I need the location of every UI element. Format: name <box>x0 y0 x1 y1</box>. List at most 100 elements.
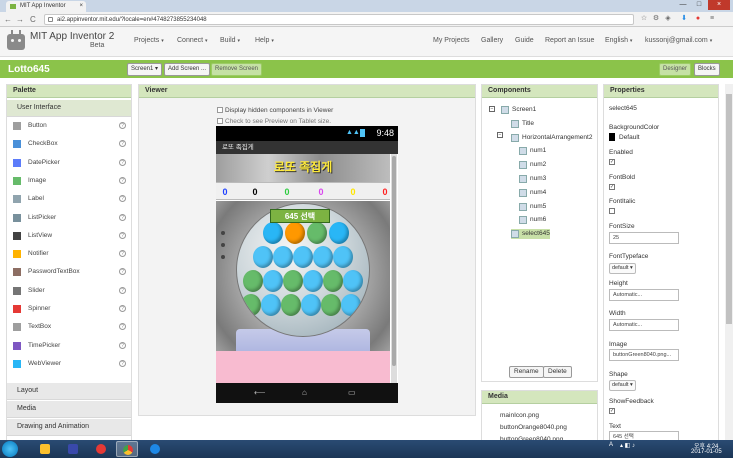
taskbar-chrome[interactable] <box>116 441 138 457</box>
num1-label[interactable]: 0 <box>216 186 234 198</box>
prop-enabled-checkbox[interactable]: ✓ <box>609 159 615 165</box>
help-icon[interactable]: ? <box>119 359 126 367</box>
help-icon[interactable]: ? <box>119 305 126 312</box>
screen-select[interactable]: Screen1 ▾ <box>127 63 163 76</box>
help-icon[interactable]: ? <box>119 195 126 203</box>
forward-arrow-icon[interactable]: → <box>16 15 24 24</box>
help-icon[interactable]: ? <box>119 122 126 129</box>
num2-label[interactable]: 0 <box>246 186 264 198</box>
tree-item-num3[interactable]: num3 <box>519 174 546 184</box>
home-nav-icon[interactable]: ⌂ <box>302 388 307 397</box>
prop-fontsize-input[interactable]: 25 <box>609 232 679 244</box>
tree-item-num2[interactable]: num2 <box>519 160 546 170</box>
palette-item-slider[interactable]: Slider? <box>7 282 131 300</box>
back-arrow-icon[interactable]: ← <box>4 15 12 24</box>
minimize-button[interactable]: — <box>676 0 690 10</box>
app-inventor-logo-icon[interactable] <box>5 30 27 52</box>
palette-item-notifier[interactable]: Notifier? <box>7 245 131 263</box>
color-swatch[interactable] <box>609 133 615 141</box>
tray-icons[interactable]: ▴ ◧ ♪ <box>620 442 635 449</box>
link-guide[interactable]: Guide <box>515 37 534 44</box>
windows-start-icon[interactable] <box>2 441 18 457</box>
tree-item-horizontalarrangement2[interactable]: HorizontalArrangement2 <box>511 133 592 143</box>
prop-showfeedback-checkbox[interactable]: ✓ <box>609 408 615 414</box>
palette-item-passwordtextbox[interactable]: PasswordTextBox? <box>7 263 131 281</box>
palette-section-drawing[interactable]: Drawing and Animation <box>7 419 131 436</box>
horizontal-arrangement[interactable]: 0 0 0 0 0 0 <box>216 182 390 200</box>
palette-section-media[interactable]: Media <box>7 401 131 418</box>
tree-item-num1[interactable]: num1 <box>519 146 546 156</box>
prop-fontbold-checkbox[interactable]: ✓ <box>609 184 615 190</box>
palette-section-layout[interactable]: Layout <box>7 383 131 400</box>
help-icon[interactable]: ? <box>119 286 126 294</box>
prop-shape-select[interactable]: default ▾ <box>609 380 636 391</box>
remove-screen-button[interactable]: Remove Screen <box>211 63 263 76</box>
palette-item-spinner[interactable]: Spinner? <box>7 300 131 318</box>
rename-button[interactable]: Rename <box>509 366 544 378</box>
tree-item-screen1[interactable]: Screen1 <box>501 105 536 115</box>
taskbar-media[interactable] <box>62 441 84 457</box>
shield-icon[interactable]: ◈ <box>664 15 672 23</box>
display-hidden-checkbox[interactable] <box>217 107 223 113</box>
menu-account[interactable]: kussonj@gmail.com ▾ <box>645 37 712 44</box>
maximize-button[interactable]: □ <box>692 0 706 10</box>
link-my-projects[interactable]: My Projects <box>433 37 470 44</box>
palette-section-user-interface[interactable]: User Interface <box>7 100 131 117</box>
prop-image-input[interactable]: buttonGreen8040.png... <box>609 349 679 361</box>
media-file[interactable]: mainIcon.png <box>500 412 539 419</box>
extension-icon[interactable]: ● <box>694 15 702 23</box>
menu-language[interactable]: English ▾ <box>605 37 632 44</box>
settings-icon[interactable]: ⚙ <box>652 15 660 23</box>
palette-item-textbox[interactable]: TextBox? <box>7 318 131 336</box>
help-icon[interactable]: ? <box>119 341 126 349</box>
palette-item-timepicker[interactable]: TimePicker? <box>7 337 131 355</box>
select645-button[interactable]: 645 선택 <box>270 209 330 223</box>
page-info-icon[interactable] <box>48 17 53 22</box>
phone-scrollbar[interactable] <box>391 154 397 383</box>
menu-projects[interactable]: Projects ▾ <box>134 37 164 44</box>
help-icon[interactable]: ? <box>119 158 126 166</box>
palette-item-checkbox[interactable]: CheckBox? <box>7 135 131 153</box>
help-icon[interactable]: ? <box>119 250 126 258</box>
tray-date[interactable]: 2017-01-05 <box>691 449 722 455</box>
palette-item-listview[interactable]: ListView? <box>7 227 131 245</box>
taskbar-ie[interactable] <box>144 441 166 457</box>
add-screen-button[interactable]: Add Screen ... <box>164 63 211 76</box>
link-gallery[interactable]: Gallery <box>481 37 503 44</box>
link-report-issue[interactable]: Report an Issue <box>545 37 594 44</box>
palette-item-button[interactable]: Button? <box>7 117 131 135</box>
help-icon[interactable]: ? <box>119 213 126 221</box>
num5-label[interactable]: 0 <box>344 186 362 198</box>
palette-item-webviewer[interactable]: WebViewer? <box>7 355 131 373</box>
bookmark-star-icon[interactable]: ☆ <box>640 15 648 23</box>
help-icon[interactable]: ? <box>119 231 126 239</box>
tree-item-title[interactable]: Title <box>511 119 534 129</box>
url-input[interactable]: ai2.appinventor.mit.edu/?locale=en#47482… <box>44 14 634 25</box>
prop-fontitalic-checkbox[interactable] <box>609 208 615 214</box>
blocks-button[interactable]: Blocks <box>694 63 720 76</box>
menu-help[interactable]: Help ▾ <box>255 37 274 44</box>
page-scrollbar[interactable] <box>725 84 733 444</box>
chrome-menu-icon[interactable]: ≡ <box>708 15 716 23</box>
browser-tab[interactable]: MIT App Inventor × <box>6 1 86 12</box>
menu-connect[interactable]: Connect ▾ <box>177 37 208 44</box>
palette-item-datepicker[interactable]: DatePicker? <box>7 154 131 172</box>
tree-item-select645[interactable]: select645 <box>511 229 550 240</box>
tablet-preview-checkbox[interactable] <box>217 118 223 124</box>
taskbar-explorer[interactable] <box>34 441 56 457</box>
prop-backgroundcolor-value[interactable]: Default <box>619 134 640 141</box>
window-close-button[interactable]: × <box>708 0 730 10</box>
designer-button[interactable]: Designer <box>659 63 692 76</box>
tree-item-num4[interactable]: num4 <box>519 188 546 198</box>
collapse-arrangement-icon[interactable]: − <box>497 132 503 138</box>
recents-nav-icon[interactable]: ▭ <box>348 388 356 397</box>
tab-close-icon[interactable]: × <box>79 1 83 12</box>
num4-label[interactable]: 0 <box>312 186 330 198</box>
delete-button[interactable]: Delete <box>543 366 572 378</box>
prop-fonttypeface-select[interactable]: default ▾ <box>609 263 636 274</box>
palette-item-label[interactable]: Label? <box>7 190 131 208</box>
menu-build[interactable]: Build ▾ <box>220 37 240 44</box>
media-file[interactable]: buttonOrange8040.png <box>500 424 567 431</box>
tray-language[interactable]: A <box>609 442 613 448</box>
help-icon[interactable]: ? <box>119 176 126 184</box>
